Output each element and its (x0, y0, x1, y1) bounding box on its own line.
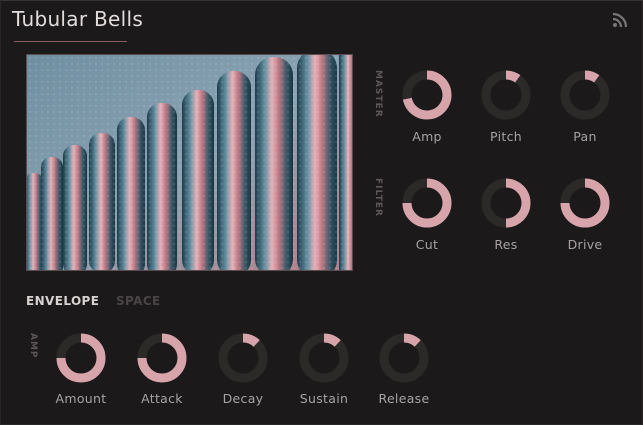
knob-track (379, 333, 429, 383)
tab-space[interactable]: SPACE (116, 294, 161, 308)
knob-value-arc (584, 70, 600, 83)
pitch-knob[interactable] (478, 67, 534, 123)
res-label: Res (494, 237, 518, 252)
drive-label: Drive (567, 237, 603, 252)
rss-icon[interactable] (612, 12, 628, 28)
knob-track (560, 70, 610, 120)
knob-value-arc (403, 333, 421, 347)
knob-value-arc (505, 70, 521, 83)
sustain-label: Sustain (299, 391, 349, 406)
knob-track (299, 333, 349, 383)
knob-value-arc (242, 333, 260, 347)
drive-knob[interactable] (557, 175, 613, 231)
amp-section-label: AMP (28, 333, 38, 359)
pan-knob[interactable] (557, 67, 613, 123)
filter-section-label: FILTER (373, 178, 383, 217)
title-underline (14, 41, 127, 42)
knob-track (218, 333, 268, 383)
knob-track (481, 70, 531, 120)
knob-value-arc (323, 333, 341, 347)
cut-label: Cut (415, 237, 439, 252)
amp-knob[interactable] (399, 67, 455, 123)
master-section-label: MASTER (373, 70, 383, 118)
sustain-knob[interactable] (296, 330, 352, 386)
amount-knob[interactable] (53, 330, 109, 386)
instrument-image (26, 54, 353, 271)
res-knob[interactable] (478, 175, 534, 231)
release-label: Release (378, 391, 430, 406)
instrument-title: Tubular Bells (12, 7, 144, 31)
cut-knob[interactable] (399, 175, 455, 231)
attack-label: Attack (141, 391, 183, 406)
amp-label: Amp (412, 129, 442, 144)
decay-label: Decay (222, 391, 264, 406)
release-knob[interactable] (376, 330, 432, 386)
pan-label: Pan (573, 129, 597, 144)
decay-knob[interactable] (215, 330, 271, 386)
pitch-label: Pitch (490, 129, 522, 144)
tab-envelope[interactable]: ENVELOPE (26, 294, 99, 308)
amount-label: Amount (55, 391, 107, 406)
attack-knob[interactable] (134, 330, 190, 386)
knob-value-arc (505, 178, 531, 228)
